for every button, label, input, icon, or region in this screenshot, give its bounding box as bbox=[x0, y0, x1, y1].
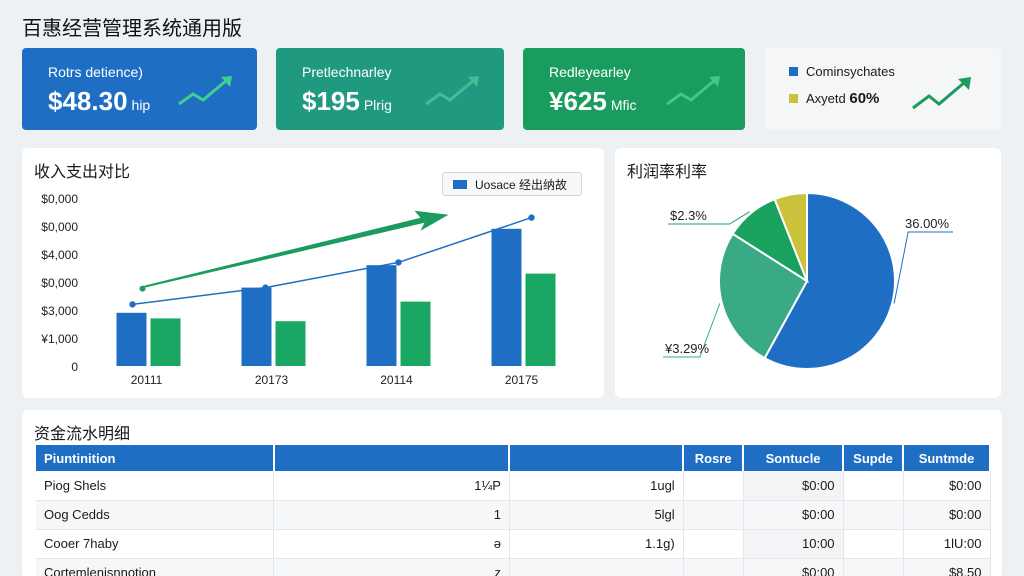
pie-label: 36.00% bbox=[905, 216, 950, 231]
table-cell: $0:00 bbox=[743, 500, 844, 530]
y-tick-label: 0 bbox=[71, 360, 78, 374]
trend-arrow bbox=[144, 210, 449, 288]
kpi-label: Rotrs detience) bbox=[48, 64, 143, 80]
table-cell bbox=[683, 529, 744, 559]
x-tick-label: 20114 bbox=[380, 373, 413, 387]
kpi-value: $48.30 hip bbox=[48, 86, 151, 116]
column-header[interactable]: Supde bbox=[843, 445, 904, 471]
column-header[interactable] bbox=[509, 445, 685, 471]
panel-title: 资金流水明细 bbox=[34, 424, 131, 443]
line-point bbox=[262, 284, 269, 291]
column-header[interactable]: Sontucle bbox=[743, 445, 845, 471]
x-tick-label: 20111 bbox=[131, 373, 163, 387]
bar-series-2 bbox=[275, 321, 306, 366]
table-cell: $0:00 bbox=[743, 471, 844, 501]
pie-label: ¥3.29% bbox=[664, 341, 710, 356]
pie-chart-panel: 利润率利率 36.00% ¥3.29% $2.3% bbox=[615, 148, 1001, 398]
table-cell: $0:00 bbox=[743, 558, 844, 576]
table-cell bbox=[843, 500, 904, 530]
legend-swatch bbox=[789, 67, 798, 76]
table-cell: 1ugl bbox=[509, 471, 684, 501]
table-cell bbox=[843, 558, 904, 576]
trend-up-icon bbox=[178, 76, 232, 106]
bar-chart: 0 ¥1,000 $3,000 $0,000 $4,000 $0,000 $0,000 201… bbox=[40, 192, 556, 387]
line-point bbox=[528, 214, 535, 221]
bar-series-1 bbox=[116, 312, 147, 366]
pie-label: $2.3% bbox=[670, 208, 707, 223]
table-cell: $0:00 bbox=[903, 500, 991, 530]
pie-leader-line bbox=[893, 231, 953, 304]
kpi-legend-item: Axyetd 60% bbox=[789, 90, 879, 107]
kpi-legend-item: Cominsychates bbox=[789, 64, 895, 79]
y-tick-label: $0,000 bbox=[41, 192, 78, 206]
y-tick-label: $3,000 bbox=[41, 304, 78, 318]
line-point bbox=[129, 301, 136, 308]
table-cell: ǝ bbox=[273, 529, 510, 559]
cashflow-table-panel: 资金流水明细 Piuntinition Rosre Sontucle Supde… bbox=[22, 410, 1002, 576]
table-cell: Piog Shels bbox=[36, 471, 275, 501]
trend-up-icon bbox=[912, 77, 971, 110]
table-cell: 1lU:00 bbox=[903, 529, 991, 559]
trend-line bbox=[132, 216, 532, 306]
y-tick-label: ¥1,000 bbox=[40, 332, 78, 346]
table-cell: 1 bbox=[273, 500, 510, 530]
table-row[interactable]: Oog Cedds 1 5lgl $0:00 $0:00 bbox=[36, 500, 991, 530]
table-row[interactable]: Piog Shels 1¼P 1ugl $0:00 $0:00 bbox=[36, 471, 991, 501]
kpi-value: $195 Plrig bbox=[302, 86, 392, 116]
bar-series-2 bbox=[525, 273, 556, 366]
kpi-label: Redleyearley bbox=[549, 64, 631, 80]
x-tick-label: 20175 bbox=[505, 373, 539, 387]
table-cell bbox=[683, 500, 744, 530]
kpi-card-1[interactable]: Rotrs detience) $48.30 hip bbox=[22, 48, 257, 130]
column-header[interactable]: Suntmde bbox=[903, 445, 991, 471]
kpi-value: ¥625 Mfic bbox=[549, 86, 637, 116]
table-cell: Oog Cedds bbox=[36, 500, 275, 530]
y-tick-label: $0,000 bbox=[41, 276, 78, 290]
y-tick-label: $0,000 bbox=[41, 220, 78, 234]
y-tick-label: $4,000 bbox=[41, 248, 78, 262]
legend-swatch bbox=[789, 94, 798, 103]
arrow-start-point bbox=[139, 285, 146, 292]
table-cell bbox=[843, 471, 904, 501]
table-header-row: Piuntinition Rosre Sontucle Supde Suntmd… bbox=[36, 445, 991, 471]
column-header[interactable] bbox=[273, 445, 511, 471]
table-cell bbox=[509, 558, 684, 576]
column-header[interactable]: Piuntinition bbox=[36, 445, 275, 471]
kpi-card-2[interactable]: Pretlechnarley $195 Plrig bbox=[276, 48, 504, 130]
x-tick-label: 20173 bbox=[255, 373, 289, 387]
app-title: 百惠经营管理系统通用版 bbox=[22, 16, 242, 40]
table-cell bbox=[683, 471, 744, 501]
bar-series-2 bbox=[400, 301, 431, 366]
pie-chart: 36.00% ¥3.29% $2.3% bbox=[663, 191, 953, 370]
trend-up-icon bbox=[666, 76, 720, 106]
trend-up-icon bbox=[425, 76, 479, 106]
column-header[interactable]: Rosre bbox=[683, 445, 745, 471]
table-cell: Cortemlenisnnotion bbox=[36, 558, 275, 576]
table-row[interactable]: Cortemlenisnnotion z $0:00 $8.50 bbox=[36, 558, 991, 576]
cashflow-table: Piuntinition Rosre Sontucle Supde Suntmd… bbox=[36, 445, 991, 576]
table-cell: $0:00 bbox=[903, 471, 991, 501]
bar-series-2 bbox=[150, 318, 181, 366]
table-row[interactable]: Cooer 7haby ǝ 1.1g) 10:00 1lU:00 bbox=[36, 529, 991, 559]
kpi-card-3[interactable]: Redleyearley ¥625 Mfic bbox=[523, 48, 745, 130]
kpi-card-4[interactable]: Cominsychates Axyetd 60% bbox=[765, 48, 1001, 130]
table-cell: 10:00 bbox=[743, 529, 844, 559]
bar-series-1 bbox=[241, 287, 272, 366]
kpi-label: Pretlechnarley bbox=[302, 64, 392, 80]
bar-chart-panel: 收入支出对比 Uosace 经出纳故 0 ¥1,000 $3,000 $0,000 $4… bbox=[22, 148, 604, 398]
table-cell: 5lgl bbox=[509, 500, 684, 530]
table-cell bbox=[843, 529, 904, 559]
bar-series-1 bbox=[366, 265, 397, 366]
table-cell: 1¼P bbox=[273, 471, 510, 501]
bar-series-1 bbox=[491, 228, 522, 366]
table-cell: z bbox=[273, 558, 510, 576]
line-point bbox=[395, 259, 402, 266]
table-cell: $8.50 bbox=[903, 558, 991, 576]
table-cell: 1.1g) bbox=[509, 529, 684, 559]
table-cell: Cooer 7haby bbox=[36, 529, 275, 559]
table-cell bbox=[683, 558, 744, 576]
